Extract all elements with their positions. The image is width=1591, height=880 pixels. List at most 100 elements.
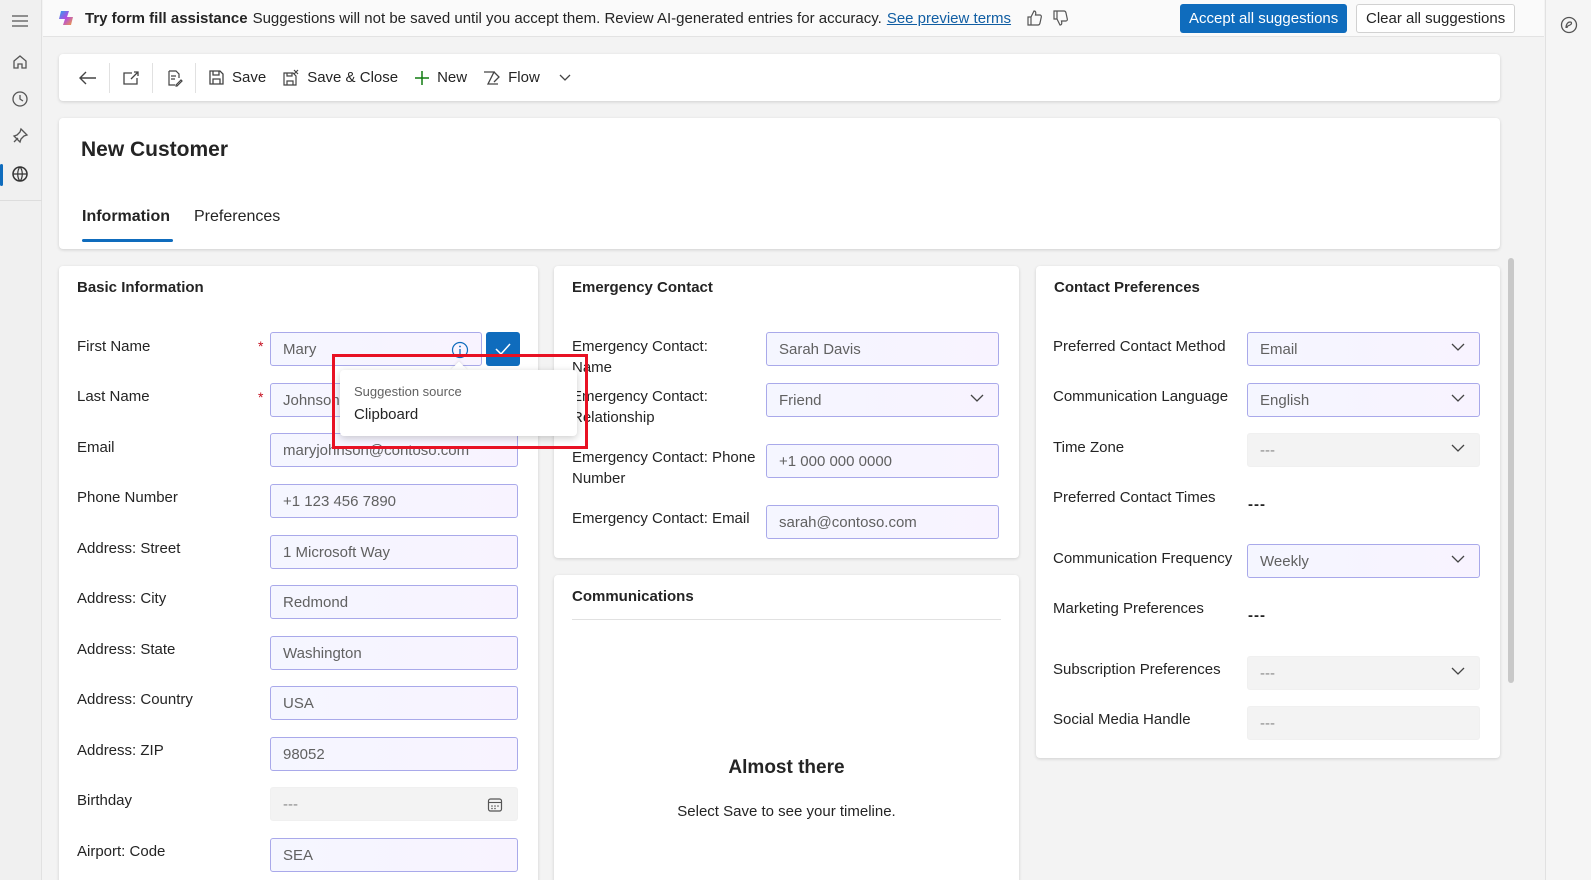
accept-suggestion-button[interactable] [486, 332, 520, 366]
airport-code-input[interactable]: SEA [270, 838, 518, 872]
command-bar: Save Save & Close New Flow [59, 54, 1500, 101]
globe-entity-icon[interactable] [9, 163, 31, 185]
command-separator [109, 62, 110, 93]
required-marker: * [258, 338, 264, 354]
emergency-email-value: sarah@contoso.com [779, 513, 917, 531]
thumbs-up-icon[interactable] [1023, 7, 1045, 29]
home-icon[interactable] [9, 51, 31, 73]
social-media-handle-input[interactable]: --- [1247, 706, 1480, 740]
address-city-label: Address: City [77, 590, 167, 607]
address-country-input[interactable]: USA [270, 686, 518, 720]
subscription-preferences-label: Subscription Preferences [1053, 661, 1221, 678]
calendar-icon[interactable] [487, 797, 503, 813]
tab-information[interactable]: Information [82, 208, 170, 226]
preferred-contact-times-value[interactable]: --- [1248, 496, 1266, 513]
subscription-preferences-select[interactable]: --- [1247, 656, 1480, 690]
address-street-label: Address: Street [77, 540, 181, 557]
emergency-relationship-value: Friend [779, 391, 822, 409]
accept-all-suggestions-button[interactable]: Accept all suggestions [1180, 4, 1348, 33]
save-and-close-button[interactable]: Save & Close [274, 61, 406, 95]
preview-terms-link[interactable]: See preview terms [887, 10, 1011, 27]
open-in-new-window-icon[interactable] [114, 61, 148, 95]
time-zone-label: Time Zone [1053, 439, 1125, 456]
emergency-name-value: Sarah Davis [779, 340, 861, 358]
copilot-icon[interactable] [1558, 14, 1580, 36]
emergency-phone-input[interactable]: +1 000 000 0000 [766, 444, 999, 478]
chevron-down-icon [1451, 667, 1465, 675]
emergency-phone-value: +1 000 000 0000 [779, 452, 893, 470]
emergency-email-input[interactable]: sarah@contoso.com [766, 505, 999, 539]
airport-code-value: SEA [283, 846, 314, 864]
new-button[interactable]: New [406, 61, 475, 95]
emergency-name-label: Emergency Contact: Name [572, 338, 708, 376]
address-state-input[interactable]: Washington [270, 636, 518, 670]
suggestion-source-tooltip: Suggestion source Clipboard [340, 370, 577, 436]
form-fill-assistance-banner: Try form fill assistance Suggestions wil… [43, 0, 1544, 37]
rail-divider [0, 200, 42, 201]
address-city-value: Redmond [283, 593, 349, 611]
form-edit-icon[interactable] [157, 61, 191, 95]
communication-language-select[interactable]: English [1247, 383, 1480, 417]
time-zone-select[interactable]: --- [1247, 433, 1480, 467]
communication-frequency-select[interactable]: Weekly [1247, 544, 1480, 578]
chevron-down-icon [1451, 444, 1465, 452]
social-media-handle-label: Social Media Handle [1053, 711, 1191, 728]
airport-code-label: Airport: Code [77, 843, 166, 860]
active-tab-indicator [82, 239, 173, 242]
time-zone-value: --- [1260, 441, 1275, 459]
communication-frequency-value: Weekly [1260, 552, 1309, 570]
address-zip-input[interactable]: 98052 [270, 737, 518, 771]
communication-frequency-label: Communication Frequency [1053, 550, 1233, 567]
address-street-input[interactable]: 1 Microsoft Way [270, 535, 518, 569]
chevron-down-icon [970, 394, 984, 402]
marketing-preferences-value[interactable]: --- [1248, 607, 1266, 624]
preferred-contact-method-label: Preferred Contact Method [1053, 338, 1226, 355]
pin-icon[interactable] [9, 125, 31, 147]
back-arrow-icon[interactable] [71, 61, 105, 95]
address-city-input[interactable]: Redmond [270, 585, 518, 619]
emergency-relationship-label: Emergency Contact: Relationship [572, 388, 708, 426]
emergency-name-input[interactable]: Sarah Davis [766, 332, 999, 366]
active-indicator [0, 164, 3, 186]
phone-number-input[interactable]: +1 123 456 7890 [270, 484, 518, 518]
preferred-contact-method-select[interactable]: Email [1247, 332, 1480, 366]
banner-title: Try form fill assistance [85, 9, 248, 27]
communications-section: Communications Almost there Select Save … [554, 575, 1019, 880]
checkmark-icon [495, 343, 511, 355]
emergency-relationship-select[interactable]: Friend [766, 383, 999, 417]
tab-preferences[interactable]: Preferences [194, 208, 280, 226]
first-name-input[interactable]: Mary [270, 332, 482, 366]
emergency-email-label: Emergency Contact: Email [572, 510, 750, 527]
info-icon[interactable] [451, 341, 469, 359]
address-country-value: USA [283, 694, 314, 712]
phone-number-label: Phone Number [77, 489, 178, 506]
flow-chevron-down-icon[interactable] [548, 61, 582, 95]
clear-all-suggestions-button[interactable]: Clear all suggestions [1356, 4, 1516, 33]
email-input[interactable]: maryjohnson@contoso.com [270, 433, 518, 467]
emergency-phone-label: Emergency Contact: Phone Number [572, 449, 756, 487]
timeline-empty-subtext: Select Save to see your timeline. [677, 803, 896, 820]
preferred-contact-method-value: Email [1260, 340, 1298, 358]
recent-clock-icon[interactable] [9, 88, 31, 110]
communication-language-value: English [1260, 391, 1310, 409]
thumbs-down-icon[interactable] [1049, 7, 1071, 29]
banner-description: Suggestions will not be saved until you … [252, 9, 882, 27]
command-separator [152, 62, 153, 93]
first-name-label: First Name [77, 338, 151, 355]
birthday-input[interactable]: --- [270, 787, 518, 821]
hamburger-menu-icon[interactable] [9, 10, 31, 32]
section-title: Communications [572, 588, 694, 605]
save-button[interactable]: Save [200, 61, 274, 95]
right-side-pane-rail [1545, 0, 1591, 880]
flow-label: Flow [508, 69, 540, 86]
address-street-value: 1 Microsoft Way [283, 543, 390, 561]
required-marker: * [258, 389, 264, 405]
address-state-value: Washington [283, 644, 362, 662]
page-scrollbar[interactable] [1508, 258, 1514, 683]
address-zip-label: Address: ZIP [77, 742, 164, 759]
first-name-value: Mary [283, 340, 317, 358]
last-name-value: Johnson [283, 391, 340, 409]
flow-button[interactable]: Flow [475, 61, 548, 95]
birthday-value: --- [283, 795, 298, 813]
communication-language-label: Communication Language [1053, 388, 1229, 405]
